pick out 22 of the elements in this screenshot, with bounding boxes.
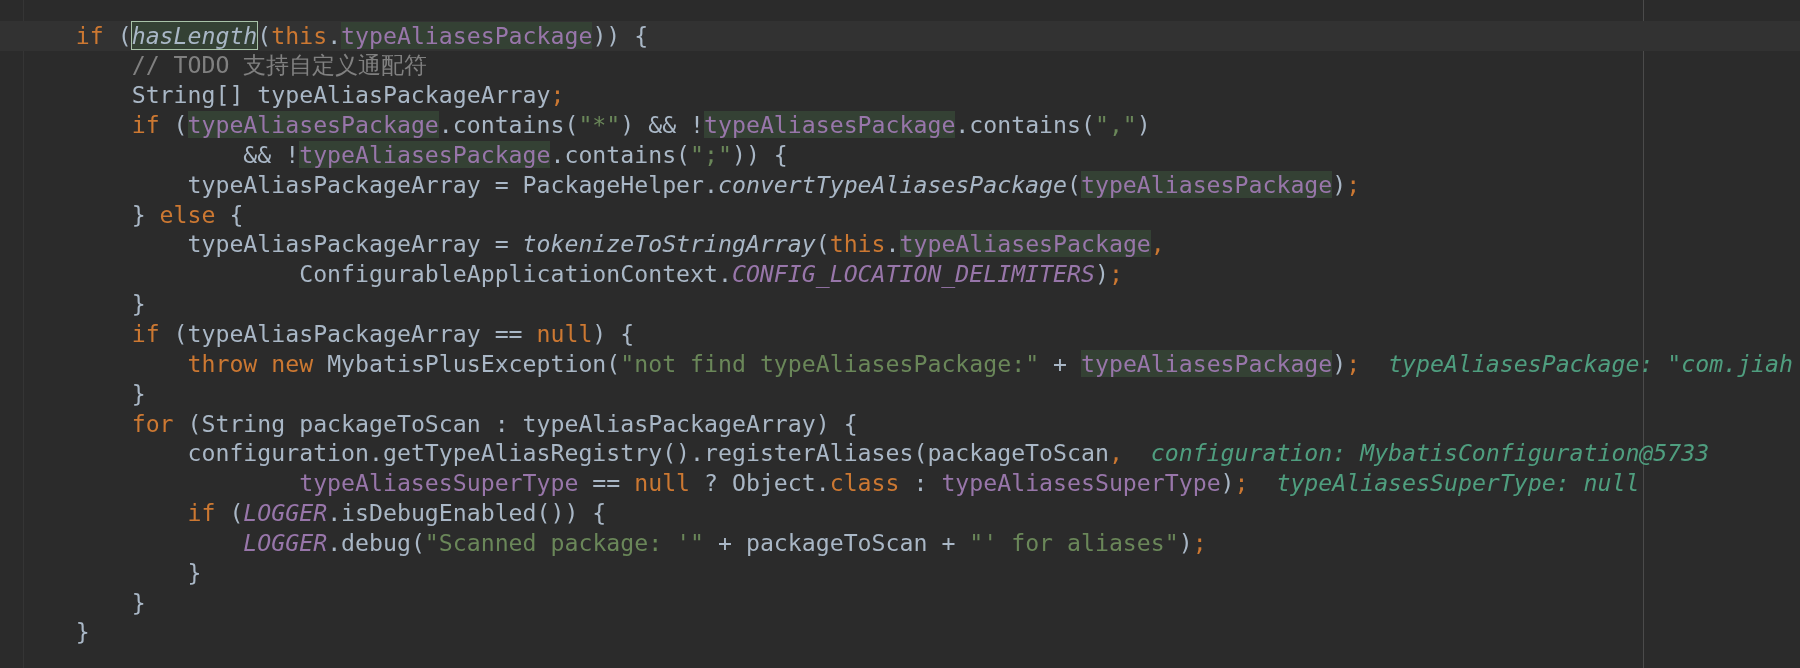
code-line: if (LOGGER.isDebugEnabled()) { xyxy=(187,498,607,529)
code-line: } xyxy=(131,587,146,618)
code-line: LOGGER.debug("Scanned package: '" + packageToScan + "' for aliases"); xyxy=(243,527,1207,558)
code-line: } xyxy=(131,289,146,320)
code-line: ConfigurableApplicationContext.CONFIG_LOCATION_DELIMITERS); xyxy=(299,259,1123,290)
code-line: typeAliasesSuperType == null ? Object.class : typeAliasesSuperType); xyxy=(299,468,1249,499)
code-line: throw new MybatisPlusException("not find typeAliasesPackage:" + typeAliasesPackage); xyxy=(187,348,1361,379)
inline-debug-value: typeAliasesSuperType: null xyxy=(1276,468,1640,499)
code-line: if (typeAliasPackageArray == null) { xyxy=(131,318,635,349)
code-line: configuration.getTypeAliasRegistry().registerAliases(packageToScan, xyxy=(187,438,1123,469)
code-line: typeAliasPackageArray = tokenizeToStringArray(this.typeAliasesPackage, xyxy=(187,229,1165,260)
code-line: } else { xyxy=(131,199,244,230)
inline-debug-value: configuration: MybatisConfiguration@5733 xyxy=(1150,438,1710,469)
code-line: } xyxy=(75,617,90,648)
code-line: for (String packageToScan : typeAliasPackageArray) { xyxy=(131,408,858,439)
code-line: } xyxy=(187,557,202,588)
code-line: typeAliasPackageArray = PackageHelper.convertTypeAliasesPackage(typeAliasesPackage); xyxy=(187,169,1361,200)
code-line: && !typeAliasesPackage.contains(";")) { xyxy=(243,139,788,170)
code-line: } xyxy=(131,378,146,409)
code-line: // TODO 支持自定义通配符 xyxy=(131,50,428,81)
code-line: String[] typeAliasPackageArray; xyxy=(131,80,565,111)
inline-debug-value: typeAliasesPackage: "com.jiah xyxy=(1388,348,1793,379)
